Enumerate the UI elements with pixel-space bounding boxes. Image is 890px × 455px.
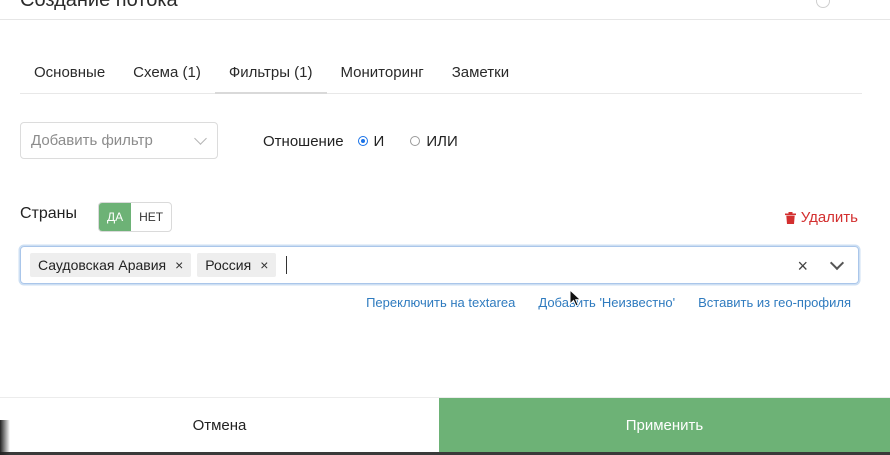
relation-and-label: И xyxy=(373,132,385,150)
toggle-yes[interactable]: ДА xyxy=(99,203,132,231)
modal-title: Создание потока xyxy=(20,0,178,11)
radio-unchecked-icon xyxy=(410,136,421,146)
add-unknown-link[interactable]: Добавить 'Неизвестно' xyxy=(538,295,675,310)
modal-footer: Отмена Применить xyxy=(0,397,890,453)
tab-monitoring[interactable]: Мониторинг xyxy=(327,54,438,93)
cancel-button[interactable]: Отмена xyxy=(0,398,439,453)
tags-input-actions: Переключить на textarea Добавить 'Неизве… xyxy=(366,295,851,310)
tab-main[interactable]: Основные xyxy=(20,54,119,93)
relation-radio-or[interactable]: ИЛИ xyxy=(410,132,458,150)
apply-button[interactable]: Применить xyxy=(439,398,890,453)
mouse-cursor-icon xyxy=(569,289,582,307)
include-exclude-toggle: ДА НЕТ xyxy=(98,202,173,232)
countries-tags-input[interactable]: Саудовская Аравия × Россия × × xyxy=(20,246,859,284)
tag-remove-icon[interactable]: × xyxy=(260,257,268,273)
tab-filters[interactable]: Фильтры (1) xyxy=(214,54,327,94)
dropdown-chevron-icon[interactable] xyxy=(829,255,845,271)
delete-filter-button[interactable]: Удалить xyxy=(784,209,858,226)
relation-or-label: ИЛИ xyxy=(426,132,458,150)
toggle-no[interactable]: НЕТ xyxy=(131,203,171,231)
tag-remove-icon[interactable]: × xyxy=(175,257,183,273)
switch-to-textarea-link[interactable]: Переключить на textarea xyxy=(366,295,515,310)
relation-label: Отношение xyxy=(263,132,344,150)
delete-filter-label: Удалить xyxy=(800,209,858,226)
text-caret xyxy=(286,256,288,274)
modal-header: Создание потока xyxy=(0,0,890,20)
radio-checked-icon xyxy=(357,136,368,146)
relation-radio-and[interactable]: И xyxy=(357,132,385,150)
tag-chip: Россия × xyxy=(197,253,277,277)
relation-group: Отношение И ИЛИ xyxy=(263,130,458,152)
tag-label: Россия xyxy=(205,257,252,273)
add-filter-placeholder: Добавить фильтр xyxy=(31,132,153,149)
tab-bar: Основные Схема (1) Фильтры (1) Мониторин… xyxy=(20,54,862,94)
chevron-down-icon xyxy=(194,132,207,145)
window-shadow xyxy=(0,420,10,455)
trash-icon xyxy=(784,211,796,224)
insert-from-geo-profile-link[interactable]: Вставить из гео-профиля xyxy=(698,295,851,310)
countries-label: Страны xyxy=(20,205,78,222)
clear-all-icon[interactable]: × xyxy=(797,256,808,277)
tag-label: Саудовская Аравия xyxy=(38,257,167,273)
close-icon[interactable] xyxy=(816,0,830,8)
add-filter-select[interactable]: Добавить фильтр xyxy=(20,122,218,159)
tag-chip: Саудовская Аравия × xyxy=(30,253,192,277)
tab-schema[interactable]: Схема (1) xyxy=(119,54,215,93)
tab-notes[interactable]: Заметки xyxy=(438,54,523,93)
